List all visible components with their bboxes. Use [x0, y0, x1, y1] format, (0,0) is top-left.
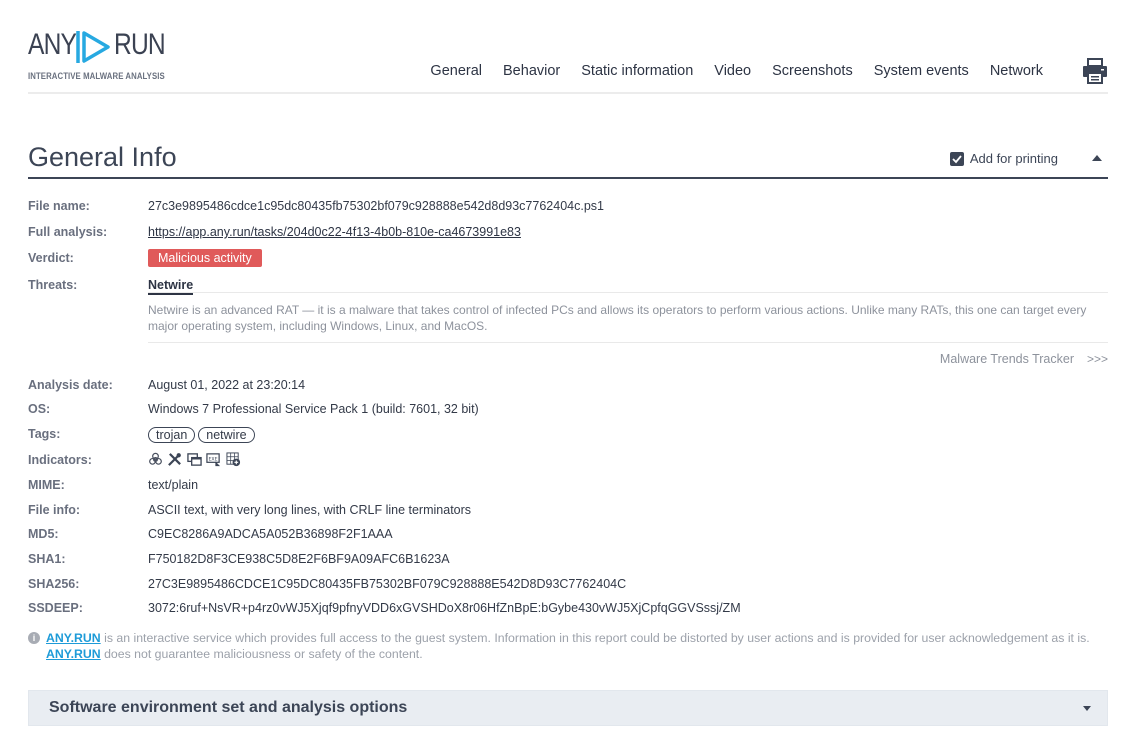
add-for-printing-checkbox[interactable]: Add for printing [949, 151, 1058, 166]
tags-label: Tags: [28, 427, 61, 441]
sha256-value: 27C3E9895486CDCE1C95DC80435FB75302BF079C… [148, 577, 627, 591]
indicators-label: Indicators: [28, 453, 92, 467]
tag-netwire[interactable]: netwire [198, 427, 255, 443]
exe-drop-icon[interactable]: EXE [206, 452, 221, 467]
anyrun-logo[interactable]: ANY RUN INTERACTIVE MALWARE ANALYSIS [28, 26, 168, 86]
add-for-printing-label: Add for printing [969, 151, 1058, 166]
sha1-value: F750182D8F3CE938C5D8E2F6BF9A09AFC6B1623A [148, 552, 450, 566]
disclaimer-line2: does not guarantee maliciousness or safe… [100, 647, 423, 661]
threat-description: Netwire is an advanced RAT — it is a mal… [148, 292, 1108, 343]
tools-icon[interactable] [167, 452, 182, 467]
main-nav: General Behavior Static information Vide… [409, 63, 1043, 79]
verdict-badge: Malicious activity [148, 249, 262, 267]
disclaimer-line1: is an interactive service which provides… [100, 631, 1090, 645]
mime-value: text/plain [148, 478, 199, 492]
full-analysis-link[interactable]: https://app.any.run/tasks/204d0c22-4f13-… [148, 225, 521, 239]
logo-any-text: ANY [28, 28, 77, 61]
nav-behavior[interactable]: Behavior [503, 63, 560, 79]
ssdeep-value: 3072:6ruf+NsVR+p4rz0vWJ5Xjqf9pfnyVDD6xGV… [148, 601, 741, 615]
network-icon[interactable] [226, 452, 241, 467]
checkbox-checked-icon [949, 151, 964, 166]
file-info-value: ASCII text, with very long lines, with C… [148, 503, 472, 517]
nav-system-events[interactable]: System events [874, 63, 969, 79]
file-name-value: 27c3e9895486cdce1c95dc80435fb75302bf079c… [148, 199, 604, 213]
nav-screenshots[interactable]: Screenshots [772, 63, 853, 79]
tracker-arrow-link[interactable]: >>> [1087, 352, 1108, 366]
analysis-date-value: August 01, 2022 at 23:20:14 [148, 378, 306, 392]
anyrun-link-2[interactable]: ANY.RUN [46, 647, 101, 661]
malware-trends-tracker-link[interactable]: Malware Trends Tracker [940, 352, 1074, 366]
disclaimer: i ANY.RUN is an interactive service whic… [28, 630, 1108, 662]
tag-trojan[interactable]: trojan [148, 427, 196, 443]
logo-run-text: RUN [114, 28, 166, 61]
os-label: OS: [28, 402, 51, 416]
expand-arrow-icon [1083, 706, 1091, 711]
file-name-label: File name: [28, 199, 90, 213]
svg-text:EXE: EXE [209, 457, 218, 463]
accordion-title: Software environment set and analysis op… [49, 699, 408, 716]
file-info-label: File info: [28, 503, 81, 517]
printer-icon [1083, 58, 1107, 84]
nav-video[interactable]: Video [714, 63, 751, 79]
analysis-date-label: Analysis date: [28, 378, 113, 392]
info-icon: i [28, 632, 40, 644]
windows-icon[interactable] [187, 452, 202, 467]
os-value: Windows 7 Professional Service Pack 1 (b… [148, 402, 479, 416]
collapse-arrow-icon[interactable] [1092, 155, 1102, 161]
logo-subtitle: INTERACTIVE MALWARE ANALYSIS [28, 71, 165, 82]
threats-label: Threats: [28, 278, 78, 292]
software-environment-accordion[interactable]: Software environment set and analysis op… [28, 690, 1108, 726]
anyrun-link[interactable]: ANY.RUN [46, 631, 101, 645]
sha256-label: SHA256: [28, 577, 80, 591]
full-analysis-label: Full analysis: [28, 225, 108, 239]
print-button[interactable] [1082, 58, 1108, 84]
md5-label: MD5: [28, 527, 59, 541]
md5-value: C9EC8286A9ADCA5A052B36898F2F1AAA [148, 527, 393, 541]
header: ANY RUN INTERACTIVE MALWARE ANALYSIS Gen… [28, 0, 1108, 94]
general-info-header: General Info Add for printing [28, 140, 1108, 179]
nav-static-information[interactable]: Static information [581, 63, 693, 79]
page-title: General Info [28, 142, 177, 172]
sha1-label: SHA1: [28, 552, 66, 566]
nav-network[interactable]: Network [990, 63, 1043, 79]
mime-label: MIME: [28, 478, 65, 492]
ssdeep-label: SSDEEP: [28, 601, 83, 615]
biohazard-icon[interactable] [148, 452, 163, 467]
nav-general[interactable]: General [430, 63, 482, 79]
verdict-label: Verdict: [28, 251, 74, 265]
play-logo-icon [76, 31, 110, 63]
